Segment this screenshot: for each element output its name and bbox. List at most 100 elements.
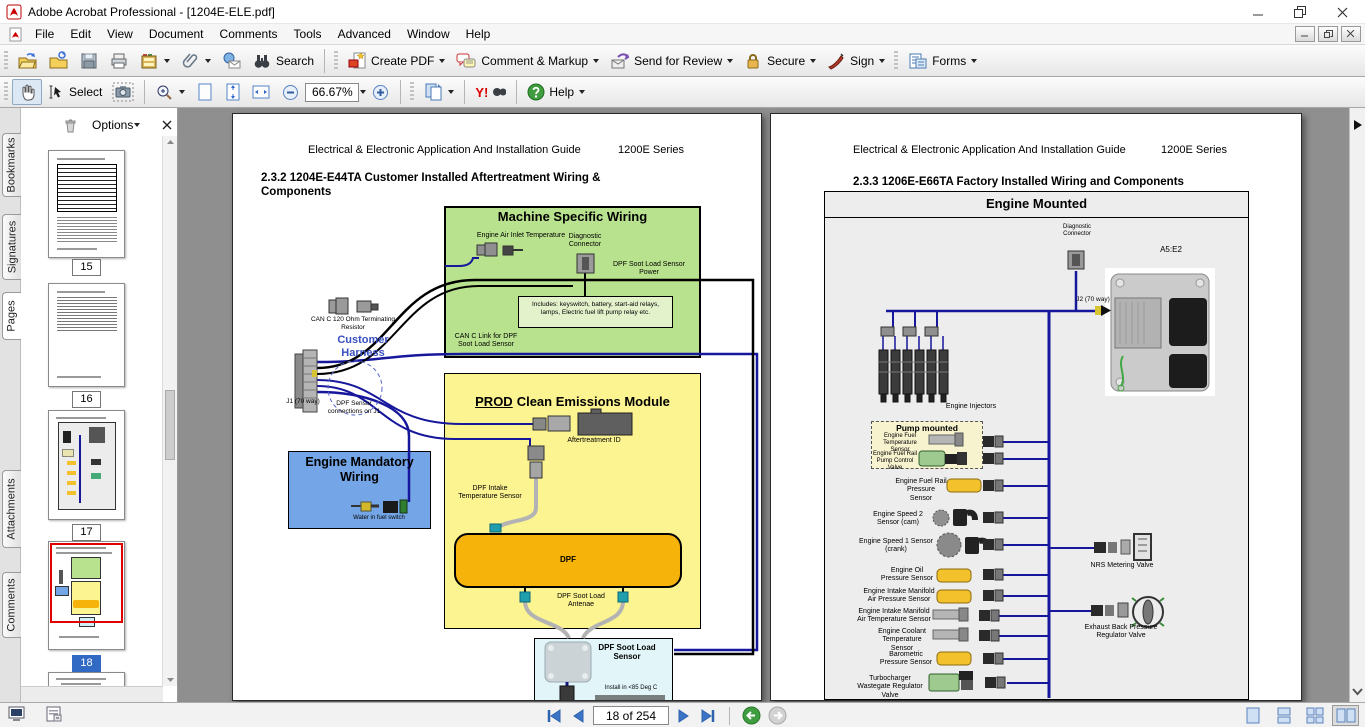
diag-connector-label: Diagnostic Connector bbox=[561, 233, 609, 250]
comment-markup-button[interactable]: Comment & Markup bbox=[450, 48, 604, 74]
dropdown-caret bbox=[879, 59, 885, 63]
zoom-out-button[interactable] bbox=[276, 80, 305, 105]
fit-width-button[interactable] bbox=[246, 80, 276, 104]
exhaust-label: Exhaust Back Pressure Regulator Valve bbox=[1079, 624, 1163, 641]
restore-button[interactable] bbox=[1279, 0, 1321, 24]
print-button[interactable] bbox=[104, 48, 134, 74]
toolbar-grip[interactable] bbox=[410, 82, 414, 102]
send-for-review-button[interactable]: Send for Review bbox=[604, 48, 738, 74]
tab-signatures[interactable]: Signatures bbox=[2, 214, 21, 280]
open-button[interactable] bbox=[12, 48, 43, 74]
search-button[interactable]: Search bbox=[247, 49, 319, 73]
tab-pages[interactable]: Pages bbox=[2, 292, 21, 340]
cem-title: PRODClean Emissions Module bbox=[444, 394, 701, 409]
next-view-button[interactable] bbox=[768, 706, 787, 725]
continuous-button[interactable] bbox=[1270, 705, 1297, 726]
delete-pages-icon[interactable] bbox=[63, 117, 78, 133]
facing-button[interactable] bbox=[1332, 705, 1359, 726]
page-thumbnail-18[interactable] bbox=[48, 541, 125, 650]
page-display-button[interactable] bbox=[418, 79, 459, 105]
previous-page-button[interactable] bbox=[570, 708, 586, 724]
create-pdf-button[interactable]: Create PDF bbox=[342, 48, 450, 74]
menu-document[interactable]: Document bbox=[141, 25, 212, 43]
page-thumbnail-17[interactable] bbox=[48, 410, 125, 520]
tab-attachments[interactable]: Attachments bbox=[2, 470, 21, 548]
single-page-button[interactable] bbox=[1239, 705, 1266, 726]
fit-page-button[interactable] bbox=[190, 79, 218, 105]
minimize-button[interactable] bbox=[1237, 0, 1279, 24]
sign-button[interactable]: Sign bbox=[821, 48, 890, 74]
doc-minimize-button[interactable] bbox=[1295, 26, 1315, 42]
doc-close-button[interactable] bbox=[1341, 26, 1361, 42]
panel-horizontal-scrollbar[interactable] bbox=[21, 686, 163, 702]
page-number-18[interactable]: 18 bbox=[72, 655, 100, 672]
can-link-label: CAN C Link for DPF Soot Load Sensor bbox=[447, 333, 525, 350]
vertical-scrollbar[interactable] bbox=[1349, 108, 1365, 702]
page-number-15[interactable]: 15 bbox=[72, 259, 100, 276]
page-header-series: 1200E Series bbox=[1161, 144, 1241, 157]
pages-panel: Options 15 16 bbox=[21, 108, 178, 702]
menu-view[interactable]: View bbox=[99, 25, 141, 43]
page-number-16[interactable]: 16 bbox=[72, 391, 100, 408]
dropdown-caret bbox=[439, 59, 445, 63]
menu-tools[interactable]: Tools bbox=[286, 25, 330, 43]
page-thumbnail-16[interactable] bbox=[48, 283, 125, 387]
forms-button[interactable]: Forms bbox=[902, 48, 982, 74]
zoom-tool-button[interactable] bbox=[150, 80, 190, 105]
menu-edit[interactable]: Edit bbox=[62, 25, 99, 43]
close-button[interactable] bbox=[1321, 0, 1363, 24]
engine-mounted-title: Engine Mounted bbox=[824, 196, 1249, 211]
save-button[interactable] bbox=[74, 48, 104, 74]
continuous-facing-button[interactable] bbox=[1301, 705, 1328, 726]
secure-button[interactable]: Secure bbox=[738, 48, 821, 74]
acrobat-doc-icon bbox=[8, 27, 23, 42]
window-title: Adobe Acrobat Professional - [1204E-ELE.… bbox=[28, 5, 275, 19]
panel-close-button[interactable] bbox=[162, 120, 172, 130]
resistor-label: CAN C 120 Ohm Terminating Resistor bbox=[307, 316, 399, 331]
sensor-label-8: Engine Coolant Temperature Sensor bbox=[871, 628, 933, 653]
organizer-open-button[interactable] bbox=[43, 48, 74, 74]
help-label: Help bbox=[549, 85, 574, 99]
nrs-label: NRS Metering Valve bbox=[1087, 562, 1157, 570]
tab-comments[interactable]: Comments bbox=[2, 572, 21, 638]
panel-scrollbar[interactable] bbox=[162, 136, 177, 686]
dropdown-caret bbox=[164, 59, 170, 63]
attach-button[interactable] bbox=[175, 48, 216, 74]
page-number-field[interactable]: 18 of 254 bbox=[593, 706, 669, 725]
doc-restore-button[interactable] bbox=[1318, 26, 1338, 42]
tab-bookmarks[interactable]: Bookmarks bbox=[2, 133, 21, 197]
panel-scrollbar-thumb[interactable] bbox=[165, 390, 175, 460]
email-button[interactable] bbox=[216, 48, 247, 74]
zoom-level-field[interactable]: 66.67% bbox=[305, 83, 359, 102]
yahoo-messenger-button[interactable]: Y! bbox=[470, 82, 511, 103]
select-tool-button[interactable]: Select bbox=[42, 80, 107, 104]
last-page-button[interactable] bbox=[699, 708, 717, 724]
zoom-in-button[interactable] bbox=[366, 80, 395, 105]
help-button[interactable]: Help bbox=[522, 80, 590, 104]
toolbar-grip[interactable] bbox=[894, 51, 898, 71]
previous-view-button[interactable] bbox=[742, 706, 761, 725]
page-header: Electrical & Electronic Application And … bbox=[308, 144, 618, 157]
toolbar-grip[interactable] bbox=[4, 82, 8, 102]
toolbar-grip[interactable] bbox=[4, 51, 8, 71]
truncated-text-smudge bbox=[595, 695, 665, 701]
options-caret[interactable] bbox=[134, 123, 140, 127]
menu-file[interactable]: File bbox=[27, 25, 62, 43]
snapshot-tool-button[interactable] bbox=[107, 79, 139, 105]
menu-help[interactable]: Help bbox=[458, 25, 499, 43]
options-menu-button[interactable]: Options bbox=[92, 118, 133, 132]
hand-tool-button[interactable] bbox=[12, 79, 42, 105]
first-page-button[interactable] bbox=[545, 708, 563, 724]
dpf-conn-label: DPF Sensor connections on J1 bbox=[325, 400, 383, 415]
menu-advanced[interactable]: Advanced bbox=[330, 25, 399, 43]
menu-comments[interactable]: Comments bbox=[212, 25, 286, 43]
page-thumbnail-15[interactable] bbox=[48, 150, 125, 258]
screen-view-icon[interactable] bbox=[8, 706, 26, 723]
page-view-icon[interactable] bbox=[46, 706, 63, 723]
toolbar-grip[interactable] bbox=[334, 51, 338, 71]
next-page-button[interactable] bbox=[676, 708, 692, 724]
fit-height-button[interactable] bbox=[218, 79, 246, 105]
page-number-17[interactable]: 17 bbox=[72, 524, 100, 541]
menu-window[interactable]: Window bbox=[399, 25, 458, 43]
organizer-button[interactable] bbox=[134, 48, 175, 74]
